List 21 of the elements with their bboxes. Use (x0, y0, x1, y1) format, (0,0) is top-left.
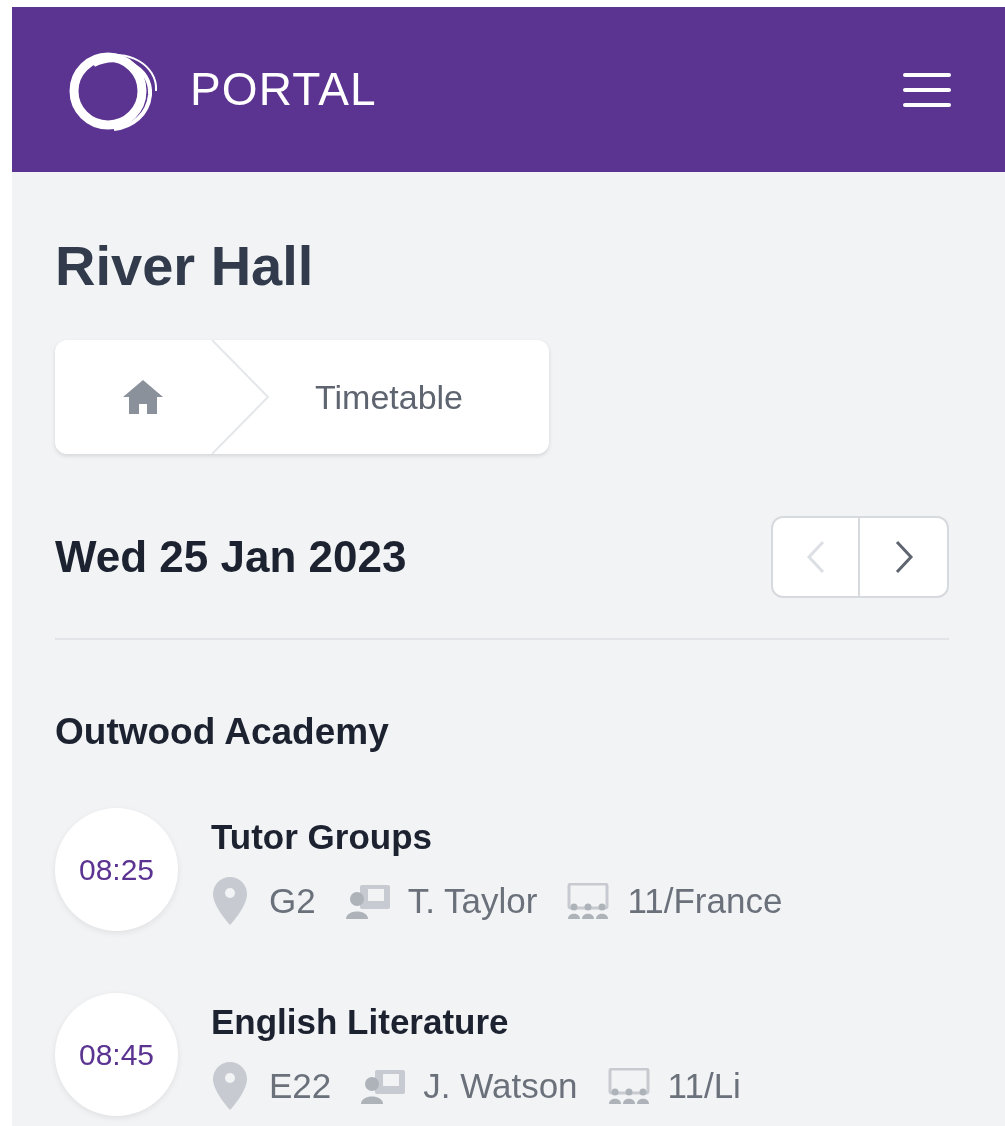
teacher-name: J. Watson (423, 1065, 578, 1107)
lesson-time: 08:25 (55, 807, 178, 931)
teacher-name: T. Taylor (407, 880, 538, 922)
page-title: River Hall (55, 238, 315, 294)
lesson-time: 08:45 (55, 992, 178, 1116)
chevron-right-icon (893, 540, 914, 574)
teacher-icon (361, 1068, 408, 1105)
brand-name: PORTAL (190, 62, 377, 117)
class-group: 11/Li (667, 1060, 741, 1113)
class-group-icon (565, 883, 612, 920)
date-heading: Wed 25 Jan 2023 (55, 531, 407, 583)
teacher-icon (345, 883, 392, 920)
room-name: E22 (269, 1065, 332, 1107)
home-icon (121, 379, 164, 415)
room-name: G2 (269, 880, 316, 922)
lesson-title: English Literature (211, 1000, 510, 1043)
chevron-left-icon (805, 540, 826, 574)
lesson-title: Tutor Groups (211, 815, 433, 858)
breadcrumb-current: Timetable (315, 376, 464, 418)
school-name: Outwood Academy (55, 710, 390, 754)
class-group: 11/France (627, 875, 783, 928)
